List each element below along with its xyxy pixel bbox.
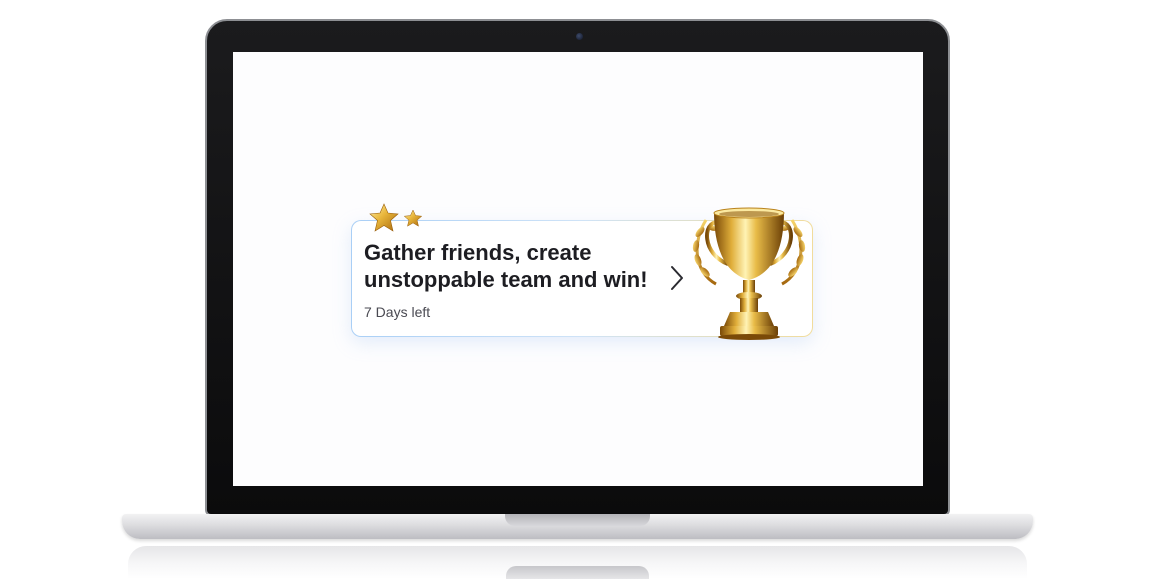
trophy-icon [692, 207, 806, 340]
days-left-label: 7 Days left [364, 304, 431, 320]
stars-icon [369, 203, 423, 232]
laptop-frame: Gather friends, create unstoppable team a… [205, 19, 950, 516]
big-star-icon [369, 203, 399, 232]
promo-title-line-2: unstoppable team and win! [364, 267, 648, 292]
promo-title: Gather friends, create unstoppable team a… [364, 239, 684, 293]
laptop-base [122, 514, 1033, 539]
laptop-base-notch [505, 514, 650, 526]
promo-title-line-1: Gather friends, create [364, 240, 592, 265]
laptop-base-reflection [128, 546, 1027, 579]
reflection-notch [506, 566, 649, 579]
laptop-screen: Gather friends, create unstoppable team a… [233, 52, 923, 486]
camera-dot [576, 33, 583, 40]
small-star-icon [403, 209, 423, 227]
chevron-right-icon[interactable] [670, 265, 684, 291]
